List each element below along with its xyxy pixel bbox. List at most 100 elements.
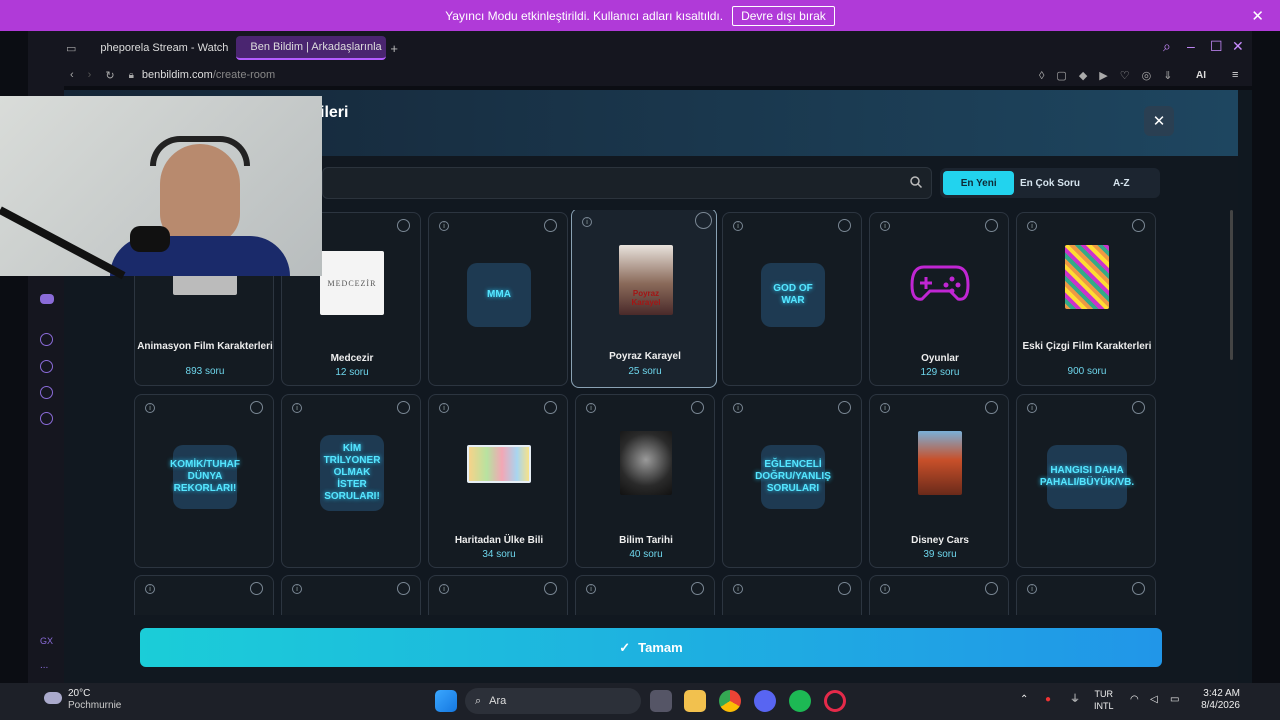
minimize-icon[interactable]: – bbox=[1187, 38, 1195, 54]
battery-icon[interactable]: ▭ bbox=[1170, 694, 1179, 706]
reload-icon[interactable]: ↻ bbox=[105, 69, 114, 82]
select-checkbox[interactable] bbox=[1132, 219, 1145, 232]
select-checkbox[interactable] bbox=[985, 219, 998, 232]
category-card[interactable]: i Disney Cars 39 soru bbox=[869, 394, 1009, 568]
tab-pheporela[interactable]: pheporela Stream - Watch bbox=[86, 36, 232, 60]
select-checkbox[interactable] bbox=[691, 401, 704, 414]
scrollbar-thumb[interactable] bbox=[1230, 210, 1233, 360]
sort-newest[interactable]: En Yeni bbox=[943, 171, 1015, 195]
tab-menu-icon[interactable]: ▭ bbox=[66, 42, 76, 55]
category-card[interactable]: i Bilim Tarihi 40 soru bbox=[575, 394, 715, 568]
select-checkbox[interactable] bbox=[397, 401, 410, 414]
info-icon[interactable]: i bbox=[1027, 584, 1037, 594]
category-card[interactable]: i EĞLENCELİ DOĞRU/YANLIŞ SORULARI bbox=[722, 394, 862, 568]
disable-streamer-mode-button[interactable]: Devre dışı bırak bbox=[732, 5, 835, 26]
category-card[interactable]: i KİM TRİLYONER OLMAK İSTER SORULARI! bbox=[281, 394, 421, 568]
confirm-button[interactable]: ✓ Tamam bbox=[140, 628, 1162, 667]
taskbar-search[interactable]: ⌕ Ara bbox=[465, 688, 641, 714]
category-card[interactable]: i Oyunlar 129 soru bbox=[869, 212, 1009, 386]
info-icon[interactable]: i bbox=[586, 403, 596, 413]
modal-close-button[interactable]: ✕ bbox=[1144, 106, 1174, 136]
info-icon[interactable]: i bbox=[733, 221, 743, 231]
new-tab-icon[interactable]: + bbox=[390, 41, 398, 56]
info-icon[interactable]: i bbox=[733, 584, 743, 594]
settings-icon[interactable] bbox=[40, 412, 53, 425]
player-icon[interactable] bbox=[40, 333, 53, 346]
info-icon[interactable]: i bbox=[145, 403, 155, 413]
category-card[interactable]: i Haritadan Ülke Bili 34 soru bbox=[428, 394, 568, 568]
info-icon[interactable]: i bbox=[880, 584, 890, 594]
select-checkbox[interactable] bbox=[397, 582, 410, 595]
info-icon[interactable]: i bbox=[439, 403, 449, 413]
toolbar-icons[interactable]: ◊▢◆▶♡◎⇓ bbox=[1039, 69, 1184, 82]
info-icon[interactable]: i bbox=[586, 584, 596, 594]
url-field[interactable]: benbildim.com/create-room bbox=[142, 69, 275, 81]
info-icon[interactable]: i bbox=[145, 584, 155, 594]
select-checkbox[interactable] bbox=[985, 582, 998, 595]
info-icon[interactable]: i bbox=[582, 217, 592, 227]
select-checkbox[interactable] bbox=[838, 582, 851, 595]
select-checkbox[interactable] bbox=[695, 212, 712, 229]
select-checkbox[interactable] bbox=[544, 401, 557, 414]
category-card[interactable]: i MMA bbox=[428, 212, 568, 386]
discord-icon[interactable] bbox=[40, 294, 54, 304]
info-icon[interactable]: i bbox=[292, 403, 302, 413]
select-checkbox[interactable] bbox=[544, 582, 557, 595]
select-checkbox[interactable] bbox=[985, 401, 998, 414]
tray-app-icon[interactable]: ● bbox=[1045, 694, 1051, 706]
opera-gx-icon[interactable] bbox=[824, 690, 846, 712]
forward-icon[interactable]: › bbox=[88, 69, 92, 81]
spotify-icon[interactable] bbox=[789, 690, 811, 712]
search-tabs-icon[interactable]: ⌕ bbox=[1163, 38, 1171, 55]
category-card[interactable]: i Eski Çizgi Film Karakterleri 900 soru bbox=[1016, 212, 1156, 386]
extensions-icon[interactable] bbox=[40, 386, 53, 399]
select-checkbox[interactable] bbox=[397, 219, 410, 232]
ai-button[interactable]: AI bbox=[1196, 70, 1206, 81]
info-icon[interactable]: i bbox=[439, 221, 449, 231]
close-banner-icon[interactable]: ✕ bbox=[1251, 7, 1264, 25]
select-checkbox[interactable] bbox=[544, 219, 557, 232]
category-card-selected[interactable]: i Poyraz Karayel Poyraz Karayel 25 soru bbox=[571, 210, 717, 388]
mic-tray-icon[interactable]: ⏚ bbox=[1070, 694, 1080, 706]
info-icon[interactable]: i bbox=[1027, 221, 1037, 231]
chrome-icon[interactable] bbox=[719, 690, 741, 712]
tray-chevron-icon[interactable]: ⌃ bbox=[1020, 694, 1028, 706]
wifi-icon[interactable]: ◠ bbox=[1130, 694, 1139, 706]
menu-icon[interactable]: ≡ bbox=[1232, 69, 1238, 81]
sort-a-z[interactable]: A-Z bbox=[1086, 171, 1157, 195]
info-icon[interactable]: i bbox=[880, 403, 890, 413]
cars-poster bbox=[918, 431, 962, 495]
back-icon[interactable]: ‹ bbox=[70, 69, 74, 81]
select-checkbox[interactable] bbox=[250, 401, 263, 414]
select-checkbox[interactable] bbox=[1132, 401, 1145, 414]
file-explorer-icon[interactable] bbox=[684, 690, 706, 712]
category-card[interactable]: i GOD OF WAR bbox=[722, 212, 862, 386]
language-indicator[interactable]: TUR INTL bbox=[1094, 688, 1114, 712]
gx-label[interactable]: GX bbox=[40, 636, 53, 646]
category-card[interactable]: i HANGISI DAHA PAHALI/BÜYÜK/VB. bbox=[1016, 394, 1156, 568]
info-icon[interactable]: i bbox=[292, 584, 302, 594]
info-icon[interactable]: i bbox=[880, 221, 890, 231]
window-close-icon[interactable]: ✕ bbox=[1232, 38, 1244, 55]
sidebar-more-icon[interactable]: ... bbox=[40, 660, 48, 671]
maximize-icon[interactable]: ☐ bbox=[1210, 38, 1223, 55]
clock[interactable]: 3:42 AM 8/4/2026 bbox=[1196, 688, 1240, 712]
select-checkbox[interactable] bbox=[1132, 582, 1145, 595]
weather-widget[interactable]: 20°C Pochmurnie bbox=[68, 688, 121, 712]
search-input[interactable] bbox=[322, 167, 932, 199]
history-icon[interactable] bbox=[40, 360, 53, 373]
task-view-icon[interactable] bbox=[650, 690, 672, 712]
discord-taskbar-icon[interactable] bbox=[754, 690, 776, 712]
sort-most-questions[interactable]: En Çok Soru bbox=[1014, 171, 1085, 195]
info-icon[interactable]: i bbox=[1027, 403, 1037, 413]
volume-icon[interactable]: ◁ bbox=[1150, 694, 1158, 706]
select-checkbox[interactable] bbox=[838, 219, 851, 232]
select-checkbox[interactable] bbox=[838, 401, 851, 414]
windows-start-icon[interactable] bbox=[435, 690, 457, 712]
tab-benbildim[interactable]: Ben Bildim | Arkadaşlarınla bbox=[236, 36, 387, 60]
category-card[interactable]: i KOMİK/TUHAF DÜNYA REKORLARI! bbox=[134, 394, 274, 568]
select-checkbox[interactable] bbox=[691, 582, 704, 595]
info-icon[interactable]: i bbox=[733, 403, 743, 413]
select-checkbox[interactable] bbox=[250, 582, 263, 595]
info-icon[interactable]: i bbox=[439, 584, 449, 594]
